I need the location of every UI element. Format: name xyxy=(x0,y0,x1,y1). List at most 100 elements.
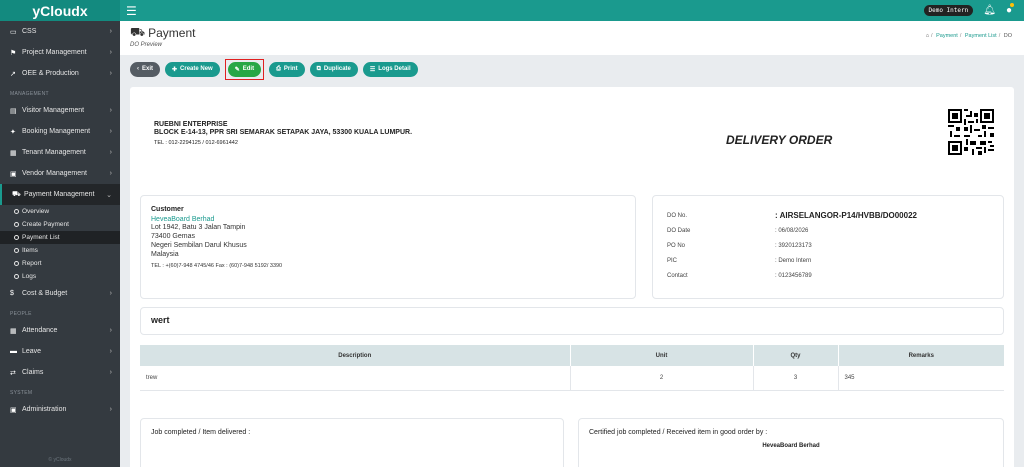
sidebar-item-leave[interactable]: ▬ Leave › xyxy=(0,341,120,362)
cell-unit: 2 xyxy=(570,366,754,391)
table-row: trew 2 3 345 xyxy=(140,366,1004,391)
sidebar-item-cost-budget[interactable]: $ Cost & Budget › xyxy=(0,283,120,304)
column-header-unit: Unit xyxy=(570,345,754,366)
edit-highlight: ✎ Edit xyxy=(224,58,265,80)
chevron-right-icon: › xyxy=(109,170,112,177)
chevron-right-icon: › xyxy=(109,128,112,135)
sidebar-subitem-logs[interactable]: Logs xyxy=(0,270,120,283)
sidebar-subitem-report[interactable]: Report xyxy=(0,257,120,270)
column-header-remarks: Remarks xyxy=(838,345,1004,366)
company-info: RUEBNI ENTERPRISE BLOCK E-14-13, PPR SRI… xyxy=(154,121,412,146)
sidebar-item-tenant-management[interactable]: ▦ Tenant Management › xyxy=(0,142,120,163)
pic-label: PIC xyxy=(667,257,678,264)
table-header-row: Description Unit Qty Remarks xyxy=(140,345,1004,366)
sidebar-subitem-payment-list[interactable]: Payment List xyxy=(0,231,120,244)
sidebar-item-label: Vendor Management xyxy=(22,170,87,177)
user-icon[interactable]: ● xyxy=(1006,3,1014,16)
do-date-value: : 06/08/2026 xyxy=(775,227,809,234)
sidebar-item-label: CSS xyxy=(22,28,37,35)
action-toolbar: ‹ Exit ✚ Create New ✎ Edit ⎙ Print ⧉ Duplicat… xyxy=(120,55,1024,83)
dollar-icon: $ xyxy=(10,290,14,297)
page-title: ⛟ Payment xyxy=(130,25,1014,41)
customer-address-line: Malaysia xyxy=(151,251,179,258)
company-address: BLOCK E-14-13, PPR SRI SEMARAK SETAPAK J… xyxy=(154,129,413,136)
signature-company: HeveaBoard Berhad xyxy=(762,443,820,449)
menu-toggle-icon[interactable]: ☰ xyxy=(126,4,137,18)
company-name: RUEBNI ENTERPRISE xyxy=(154,121,228,128)
cell-description: trew xyxy=(140,366,571,391)
sidebar-subitem-label: Logs xyxy=(22,273,37,280)
delivery-order-preview: RUEBNI ENTERPRISE BLOCK E-14-13, PPR SRI… xyxy=(130,87,1014,467)
pic-row: PIC: Demo Intern xyxy=(667,253,989,268)
customer-name: HeveaBoard Berhad xyxy=(151,216,215,223)
sidebar-item-administration[interactable]: ▣ Administration › xyxy=(0,399,120,420)
bell-icon[interactable]: 🔔︎ xyxy=(983,5,996,16)
contact-value: : 0123456789 xyxy=(775,272,812,279)
company-tel: TEL : 012-2294125 / 012-6961442 xyxy=(154,140,238,146)
sidebar-section-system: SYSTEM xyxy=(10,390,33,396)
print-button[interactable]: ⎙ Print xyxy=(269,61,305,77)
chevron-right-icon: › xyxy=(109,290,112,297)
circle-icon xyxy=(14,222,19,227)
circle-icon xyxy=(14,209,19,214)
po-number-value: : 3920123173 xyxy=(775,242,812,249)
edit-icon: ✎ xyxy=(234,66,240,73)
sidebar-item-label: Booking Management xyxy=(22,128,91,135)
chevron-right-icon: › xyxy=(109,49,112,56)
edit-button[interactable]: ✎ Edit xyxy=(227,61,262,77)
po-number-row: PO No: 3920123173 xyxy=(667,238,989,253)
sidebar-item-booking-management[interactable]: ✦ Booking Management › xyxy=(0,121,120,142)
chevron-right-icon: › xyxy=(109,70,112,77)
breadcrumb-payment[interactable]: Payment xyxy=(936,33,958,39)
sidebar-item-vendor-management[interactable]: ▣ Vendor Management › xyxy=(0,163,120,184)
user-badge[interactable]: Demo Intern xyxy=(923,5,974,16)
sidebar-item-attendance[interactable]: ▦ Attendance › xyxy=(0,320,120,341)
do-info-box: DO No.: AIRSELANGOR-P14/HVBB/DO00022 DO … xyxy=(652,195,1004,299)
qr-code-icon xyxy=(948,109,994,155)
do-number-label: DO No. xyxy=(667,212,688,219)
home-icon[interactable]: ⌂ xyxy=(926,33,929,39)
print-label: Print xyxy=(283,66,298,72)
sidebar-item-visitor-management[interactable]: ▤ Visitor Management › xyxy=(0,100,120,121)
circle-icon xyxy=(14,261,19,266)
do-number-value: : AIRSELANGOR-P14/HVBB/DO00022 xyxy=(775,211,917,220)
sidebar-item-payment-management[interactable]: ⛟ Payment Management ⌄ xyxy=(0,184,120,205)
chevron-right-icon: › xyxy=(109,107,112,114)
customer-address-line: 73400 Gemas xyxy=(151,233,195,240)
sidebar-footer: © yCloudx xyxy=(48,457,72,463)
signature-received-label: Certified job completed / Received item … xyxy=(589,429,768,436)
sidebar-item-label: Project Management xyxy=(22,49,87,56)
vendor-card-icon: ▣ xyxy=(10,170,17,178)
logs-detail-button[interactable]: ☰ Logs Detail xyxy=(362,61,418,77)
sidebar-subitem-create-payment[interactable]: Create Payment xyxy=(0,218,120,231)
sidebar-item-css[interactable]: ▭ CSS › xyxy=(0,21,120,42)
sidebar-section-people: PEOPLE xyxy=(10,311,32,317)
duplicate-button[interactable]: ⧉ Duplicate xyxy=(309,61,358,77)
sidebar-item-project-management[interactable]: ⚑ Project Management › xyxy=(0,42,120,63)
chevron-right-icon: › xyxy=(109,149,112,156)
items-table: Description Unit Qty Remarks trew 2 3 34… xyxy=(140,345,1004,391)
chevron-right-icon: › xyxy=(109,327,112,334)
breadcrumb: ⌂ / Payment / Payment List / DO xyxy=(925,33,1012,39)
create-new-button[interactable]: ✚ Create New xyxy=(165,61,220,77)
admin-icon: ▣ xyxy=(10,406,17,414)
sidebar-item-label: Attendance xyxy=(22,327,58,334)
exit-button[interactable]: ‹ Exit xyxy=(130,61,161,77)
signature-delivered-box: Job completed / Item delivered : xyxy=(140,418,564,467)
exit-label: Exit xyxy=(142,66,154,72)
bed-icon: ▬ xyxy=(10,348,17,355)
brand-logo[interactable]: yCloudx xyxy=(0,0,120,21)
document-title: DELIVERY ORDER xyxy=(726,133,833,147)
breadcrumb-payment-list[interactable]: Payment List xyxy=(965,33,997,39)
sidebar-subitem-overview[interactable]: Overview xyxy=(0,205,120,218)
flag-icon: ⚑ xyxy=(10,49,17,57)
remark-box: wert xyxy=(140,307,1004,335)
pin-icon: ✦ xyxy=(10,128,16,136)
exchange-icon: ⇄ xyxy=(10,369,16,377)
sidebar-item-oee-production[interactable]: ↗ OEE & Production › xyxy=(0,63,120,84)
sidebar-item-claims[interactable]: ⇄ Claims › xyxy=(0,362,120,383)
sidebar-subitem-items[interactable]: Items xyxy=(0,244,120,257)
id-card-icon: ▤ xyxy=(10,107,17,115)
customer-tel-fax: TEL : +(60)7-948 4745/46 Fax : (60)7-948… xyxy=(151,263,283,269)
customer-address-line: Negeri Sembilan Darul Khusus xyxy=(151,242,247,249)
